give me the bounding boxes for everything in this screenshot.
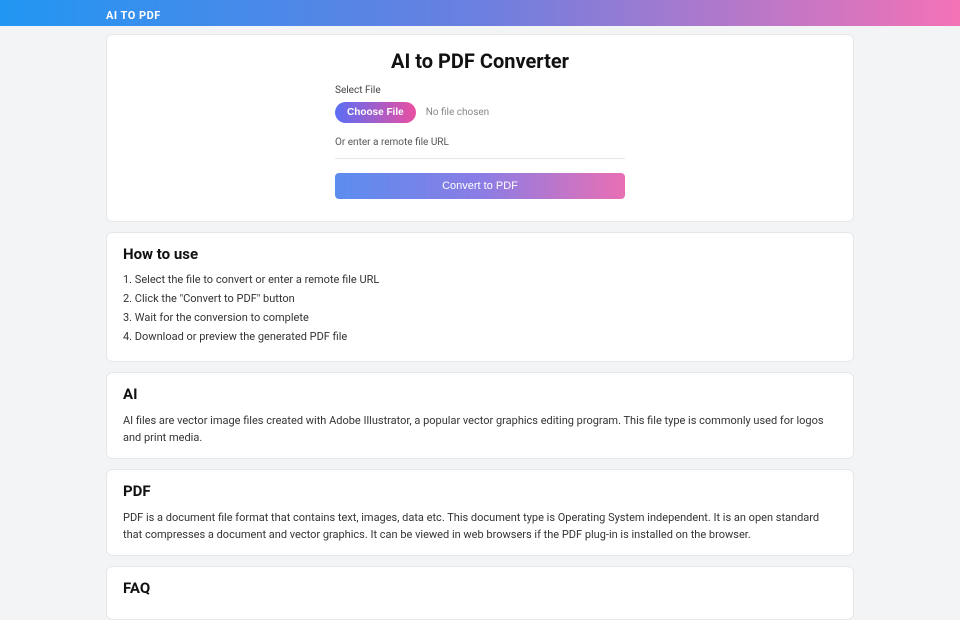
step-item: 4. Download or preview the generated PDF… [123,330,837,343]
convert-button[interactable]: Convert to PDF [335,173,625,199]
converter-card: AI to PDF Converter Select File Choose F… [106,34,854,222]
file-row: Choose File No file chosen [335,102,625,123]
pdf-title: PDF [123,482,837,500]
url-label: Or enter a remote file URL [335,137,625,148]
how-to-use-card: How to use 1. Select the file to convert… [106,232,854,362]
ai-body: AI files are vector image files created … [123,413,837,446]
steps-list: 1. Select the file to convert or enter a… [123,273,837,343]
logo: AI TO PDF [106,9,161,22]
form-area: Select File Choose File No file chosen O… [335,85,625,199]
step-item: 2. Click the "Convert to PDF" button [123,292,837,305]
topbar: AI TO PDF [0,0,960,26]
pdf-body: PDF is a document file format that conta… [123,510,837,543]
pdf-info-card: PDF PDF is a document file format that c… [106,469,854,556]
page-title: AI to PDF Converter [123,49,837,73]
step-item: 3. Wait for the conversion to complete [123,311,837,324]
select-file-label: Select File [335,85,625,96]
choose-file-button[interactable]: Choose File [335,102,416,123]
faq-title: FAQ [123,579,837,597]
divider [335,158,625,159]
no-file-chosen-text: No file chosen [426,107,490,118]
main-container: AI to PDF Converter Select File Choose F… [106,26,854,620]
faq-card: FAQ [106,566,854,620]
ai-title: AI [123,385,837,403]
how-to-use-title: How to use [123,245,837,263]
step-item: 1. Select the file to convert or enter a… [123,273,837,286]
ai-info-card: AI AI files are vector image files creat… [106,372,854,459]
